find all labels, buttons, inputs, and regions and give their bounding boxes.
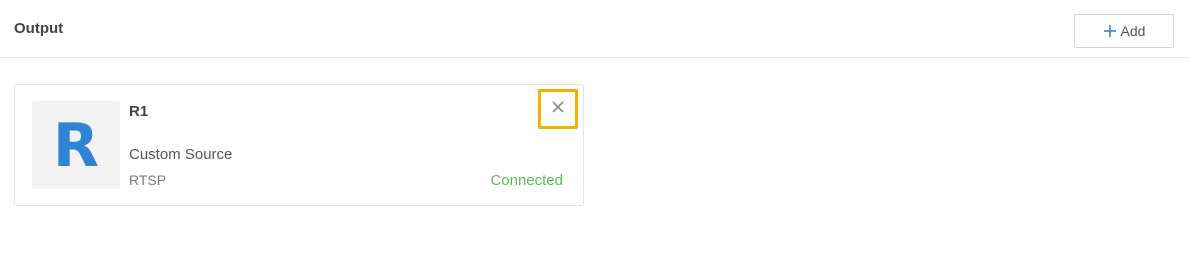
output-logo-letter: R	[52, 111, 100, 181]
close-icon	[551, 100, 565, 119]
status-badge: Connected	[490, 172, 563, 189]
output-logo: R	[32, 101, 120, 189]
add-output-button[interactable]: Add	[1074, 14, 1174, 48]
output-header: Output Add	[0, 0, 1189, 58]
page-title: Output	[14, 20, 64, 37]
output-card[interactable]: R R1 Custom Source RTSP Connected	[14, 84, 584, 206]
plus-icon	[1103, 24, 1117, 38]
remove-output-button[interactable]	[538, 89, 578, 129]
output-name: R1	[129, 103, 149, 120]
output-protocol: RTSP	[129, 172, 167, 188]
output-source: Custom Source	[129, 146, 233, 163]
add-button-label: Add	[1120, 23, 1146, 39]
